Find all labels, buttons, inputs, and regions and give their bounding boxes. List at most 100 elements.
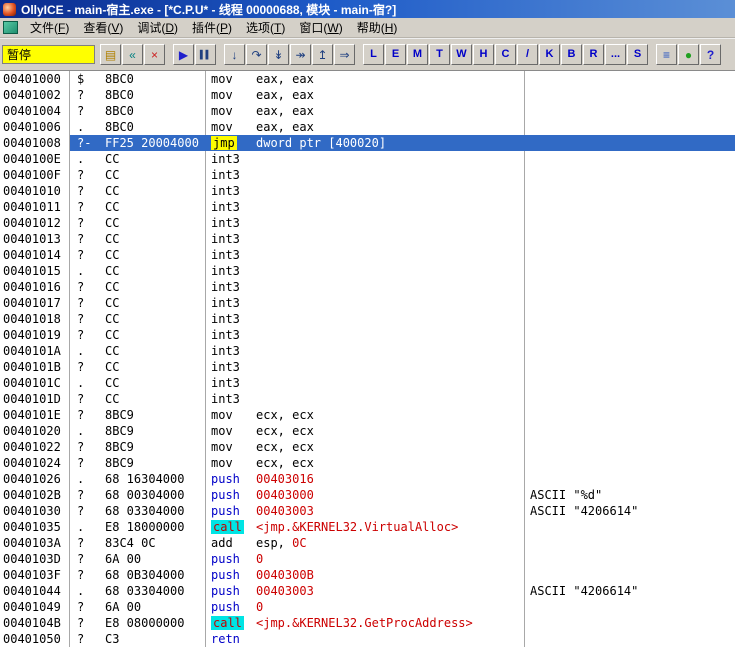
disasm-row[interactable]: 00401015. CC int3 [0, 263, 735, 279]
breakpoints-window-button[interactable]: B [561, 44, 582, 65]
menu-item-window[interactable]: 窗口(W) [292, 19, 349, 37]
disasm-row[interactable]: 00401035. E8 18000000 call <jmp.&KERNEL32.V… [0, 519, 735, 535]
close-program-button[interactable]: × [144, 44, 165, 65]
disasm-row[interactable]: 00401006. 8BC0 mov eax, eax [0, 119, 735, 135]
mnemonic: push [211, 583, 256, 599]
step-over-button[interactable]: ↷ [246, 44, 267, 65]
mnemonic: push [211, 567, 256, 583]
comment-cell [525, 87, 735, 103]
help-button[interactable]: ? [700, 44, 721, 65]
machine-bytes: 8BC9 [105, 424, 134, 438]
cpu-window-button-label: C [501, 48, 510, 60]
memory-map-button[interactable]: M [407, 44, 428, 65]
run-button[interactable]: ▶ [173, 44, 194, 65]
menu-item-debug[interactable]: 调试(D) [130, 19, 185, 37]
analysis-marker: ? [77, 360, 85, 374]
disasm-row[interactable]: 0040103F? 68 0B304000 push 0040300B [0, 567, 735, 583]
disasm-row[interactable]: 0040101A. CC int3 [0, 343, 735, 359]
disasm-row[interactable]: 0040103A? 83C4 0C add esp, 0C [0, 535, 735, 551]
mnemonic: push [211, 471, 256, 487]
close-icon: × [150, 47, 158, 62]
pause-button[interactable]: ▌▌ [195, 44, 216, 65]
disasm-row[interactable]: 0040101B? CC int3 [0, 359, 735, 375]
instruction-cell: mov eax, eax [206, 119, 525, 135]
disasm-row[interactable]: 00401018? CC int3 [0, 311, 735, 327]
threads-window-button[interactable]: T [429, 44, 450, 65]
disasm-row[interactable]: 00401011? CC int3 [0, 199, 735, 215]
handles-window-button[interactable]: H [473, 44, 494, 65]
disasm-row[interactable]: 0040101C. CC int3 [0, 375, 735, 391]
disasm-row[interactable]: 00401017? CC int3 [0, 295, 735, 311]
instruction-cell: push 0 [206, 599, 525, 615]
disasm-row[interactable]: 00401022? 8BC9 mov ecx, ecx [0, 439, 735, 455]
disasm-row[interactable]: 00401026. 68 16304000 push 00403016 [0, 471, 735, 487]
disasm-row[interactable]: 00401016? CC int3 [0, 279, 735, 295]
cpu-window-button[interactable]: C [495, 44, 516, 65]
play-icon: ▶ [178, 47, 189, 62]
menu-item-help[interactable]: 帮助(H) [350, 19, 405, 37]
trace-over-button[interactable]: ↠ [290, 44, 311, 65]
restart-button[interactable]: « [122, 44, 143, 65]
disasm-row[interactable]: 00401000 $8BC0 mov eax, eax [0, 71, 735, 87]
address-cell: 0040101D [0, 391, 70, 407]
comment-cell [525, 471, 735, 487]
disasm-row[interactable]: 00401012? CC int3 [0, 215, 735, 231]
trace-into-button[interactable]: ↡ [268, 44, 289, 65]
machine-bytes: CC [105, 232, 120, 246]
mnemonic: push [211, 487, 256, 503]
disasm-row[interactable]: 0040101E? 8BC9 mov ecx, ecx [0, 407, 735, 423]
mnemonic: int3 [211, 279, 256, 295]
comment-cell [525, 375, 735, 391]
address-cell: 00401012 [0, 215, 70, 231]
address-cell: 00401002 [0, 87, 70, 103]
disasm-row[interactable]: 0040100F? CC int3 [0, 167, 735, 183]
appearance-button[interactable]: ≡ [656, 44, 677, 65]
options-button[interactable]: ● [678, 44, 699, 65]
disasm-row[interactable]: 0040104B? E8 08000000 call <jmp.&KERNEL32.G… [0, 615, 735, 631]
references-window-button[interactable]: R [583, 44, 604, 65]
disasm-row[interactable]: 0040103D? 6A 00 push 0 [0, 551, 735, 567]
execute-till-return-button[interactable]: ↥ [312, 44, 333, 65]
disasm-row[interactable]: 00401002? 8BC0 mov eax, eax [0, 87, 735, 103]
source-window-button[interactable]: S [627, 44, 648, 65]
disasm-row[interactable]: 00401020. 8BC9 mov ecx, ecx [0, 423, 735, 439]
menu-item-view[interactable]: 查看(V) [76, 19, 130, 37]
disassembly-pane[interactable]: 00401000 $8BC0 mov eax, eax 00401002? 8BC0 mov… [0, 70, 735, 647]
disasm-row[interactable]: 00401049? 6A 00 push 0 [0, 599, 735, 615]
log-window-button[interactable]: L [363, 44, 384, 65]
machine-bytes: CC [105, 328, 120, 342]
disasm-row[interactable]: 00401019? CC int3 [0, 327, 735, 343]
analysis-marker: . [77, 424, 85, 438]
disasm-row[interactable]: 00401050? C3 retn [0, 631, 735, 647]
menu-item-options[interactable]: 选项(T) [239, 19, 292, 37]
operand: 00403003 [256, 504, 314, 518]
cpu-window-icon[interactable] [3, 21, 18, 34]
disasm-row[interactable]: 00401013? CC int3 [0, 231, 735, 247]
disasm-row[interactable]: 0040101D? CC int3 [0, 391, 735, 407]
disasm-row[interactable]: 00401024? 8BC9 mov ecx, ecx [0, 455, 735, 471]
machine-bytes: CC [105, 312, 120, 326]
operand: eax, eax [256, 72, 314, 86]
run-trace-button[interactable]: ... [605, 44, 626, 65]
call-stack-button[interactable]: K [539, 44, 560, 65]
instruction-cell: call <jmp.&KERNEL32.VirtualAlloc> [206, 519, 525, 535]
disasm-row[interactable]: 00401008 ?- FF25 20004000 jmp dword ptr [400… [0, 135, 735, 151]
executables-window-button[interactable]: E [385, 44, 406, 65]
menu-item-file[interactable]: 文件(F) [23, 19, 76, 37]
disasm-row[interactable]: 00401010? CC int3 [0, 183, 735, 199]
open-file-button[interactable]: ▤ [100, 44, 121, 65]
disasm-row[interactable]: 00401014? CC int3 [0, 247, 735, 263]
step-into-button[interactable]: ↓ [224, 44, 245, 65]
mnemonic: retn [211, 631, 256, 647]
patches-window-button[interactable]: / [517, 44, 538, 65]
menu-item-plugins[interactable]: 插件(P) [185, 19, 239, 37]
disasm-row[interactable]: 0040100E. CC int3 [0, 151, 735, 167]
disasm-row[interactable]: 00401030? 68 03304000 push 00403003 ASCII "4… [0, 503, 735, 519]
disasm-row[interactable]: 00401044. 68 03304000 push 00403003 ASCII "4… [0, 583, 735, 599]
comment-cell [525, 151, 735, 167]
disasm-row[interactable]: 00401004? 8BC0 mov eax, eax [0, 103, 735, 119]
windows-list-button[interactable]: W [451, 44, 472, 65]
log-window-button-label: L [370, 48, 377, 60]
go-to-address-button[interactable]: ⇒ [334, 44, 355, 65]
disasm-row[interactable]: 0040102B? 68 00304000 push 00403000 ASCII "%… [0, 487, 735, 503]
